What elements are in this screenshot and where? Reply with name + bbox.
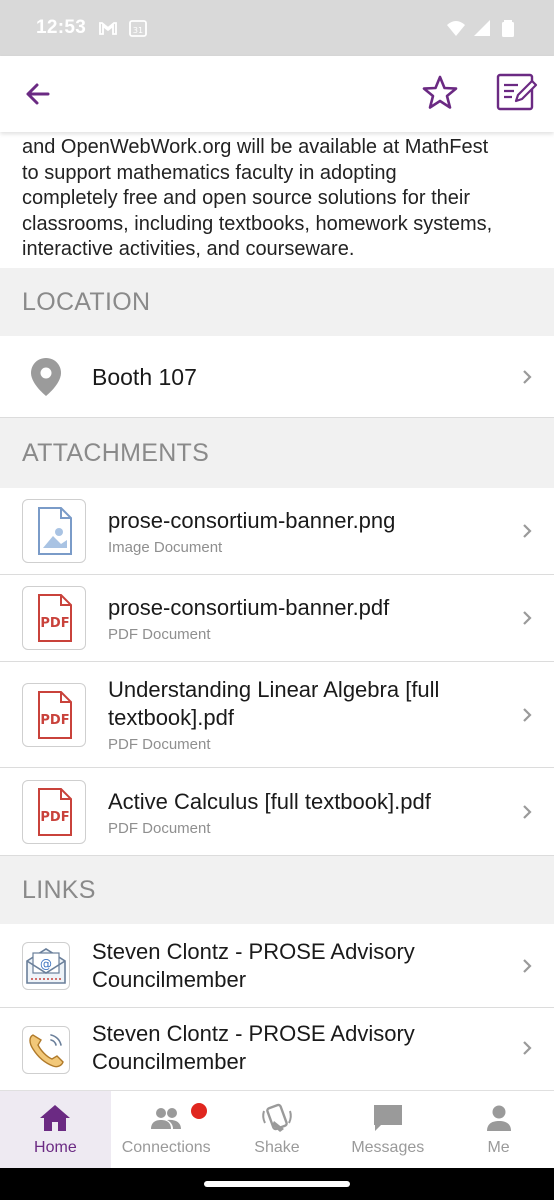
- home-icon: [40, 1105, 71, 1131]
- svg-text:PDF: PDF: [40, 713, 69, 728]
- image-file-icon: [22, 499, 86, 563]
- signal-icon: [474, 20, 490, 36]
- star-icon: [422, 75, 458, 109]
- svg-text:31: 31: [133, 26, 143, 35]
- nav-label: Me: [487, 1139, 510, 1156]
- pdf-file-icon: PDF: [22, 780, 86, 844]
- nav-messages[interactable]: Messages: [332, 1091, 443, 1168]
- pdf-file-icon: PDF: [22, 586, 86, 650]
- note-edit-icon: [496, 73, 538, 111]
- attachment-type: PDF Document: [108, 626, 211, 643]
- attachment-item[interactable]: PDF Understanding Linear Algebra [full t…: [0, 662, 554, 768]
- nav-shake[interactable]: Shake: [222, 1091, 333, 1168]
- location-row[interactable]: Booth 107: [0, 336, 554, 418]
- attachment-type: PDF Document: [108, 736, 211, 753]
- link-item[interactable]: @ Steven Clontz - PROSE Advisory Council…: [0, 924, 554, 1008]
- attachment-item[interactable]: PDF Active Calculus [full textbook].pdf …: [0, 768, 554, 856]
- attachment-type: PDF Document: [108, 820, 211, 837]
- gesture-bar: [0, 1168, 554, 1200]
- chevron-right-icon: [520, 610, 534, 625]
- phone-icon: [22, 1026, 70, 1074]
- nav-connections[interactable]: Connections: [111, 1091, 222, 1168]
- back-button[interactable]: [20, 76, 56, 112]
- attachment-title: prose-consortium-banner.png: [108, 508, 396, 533]
- person-icon: [486, 1105, 511, 1131]
- attachments-header: ATTACHMENTS: [0, 418, 554, 488]
- wifi-icon: [447, 21, 465, 36]
- add-note-button[interactable]: [494, 71, 538, 115]
- email-icon: @: [22, 942, 70, 990]
- attachment-type: Image Document: [108, 539, 223, 556]
- map-pin-icon: [31, 358, 61, 396]
- chevron-right-icon: [520, 369, 534, 384]
- nav-label: Home: [34, 1139, 77, 1156]
- link-title: Steven Clontz - PROSE Advisory Councilme…: [92, 939, 415, 992]
- chevron-right-icon: [520, 523, 534, 538]
- shake-icon: [262, 1103, 292, 1132]
- nav-me[interactable]: Me: [443, 1091, 554, 1168]
- svg-text:@: @: [40, 957, 52, 971]
- status-bar: 12:53 31: [0, 0, 554, 56]
- app-bar: [0, 56, 554, 132]
- attachment-item[interactable]: prose-consortium-banner.png Image Docume…: [0, 488, 554, 575]
- nav-label: Messages: [351, 1139, 425, 1156]
- attachment-title: Understanding Linear Algebra [full textb…: [108, 677, 440, 730]
- link-item[interactable]: Steven Clontz - PROSE Advisory Councilme…: [0, 1008, 554, 1090]
- calendar-icon: 31: [129, 20, 148, 37]
- gmail-icon: [99, 22, 118, 35]
- nav-home[interactable]: Home: [0, 1091, 111, 1168]
- battery-icon: [502, 20, 514, 37]
- chevron-right-icon: [520, 1040, 534, 1055]
- people-icon: [151, 1108, 182, 1129]
- pdf-file-icon: PDF: [22, 683, 86, 747]
- status-time: 12:53: [36, 17, 87, 38]
- message-icon: [373, 1105, 402, 1131]
- chevron-right-icon: [520, 707, 534, 722]
- description-area: and OpenWebWork.org will be available at…: [0, 132, 554, 268]
- nav-label: Shake: [254, 1139, 300, 1156]
- location-header: LOCATION: [0, 268, 554, 336]
- arrow-left-icon: [26, 83, 50, 105]
- notification-badge: [190, 1103, 207, 1119]
- booth-label: Booth 107: [92, 364, 197, 390]
- svg-text:PDF: PDF: [40, 810, 69, 825]
- link-title: Steven Clontz - PROSE Advisory Councilme…: [92, 1021, 415, 1074]
- nav-label: Connections: [121, 1139, 211, 1156]
- chevron-right-icon: [520, 804, 534, 819]
- favorite-button[interactable]: [420, 73, 460, 113]
- home-indicator[interactable]: [204, 1181, 350, 1187]
- bottom-navigation: Home Connections Shake Messages Me: [0, 1090, 554, 1168]
- svg-text:PDF: PDF: [40, 616, 69, 631]
- attachment-title: prose-consortium-banner.pdf: [108, 595, 390, 620]
- event-description: and OpenWebWork.org will be available at…: [22, 136, 493, 260]
- links-header: LINKS: [0, 856, 554, 924]
- chevron-right-icon: [520, 958, 534, 973]
- attachment-title: Active Calculus [full textbook].pdf: [108, 789, 431, 814]
- attachment-item[interactable]: PDF prose-consortium-banner.pdf PDF Docu…: [0, 575, 554, 662]
